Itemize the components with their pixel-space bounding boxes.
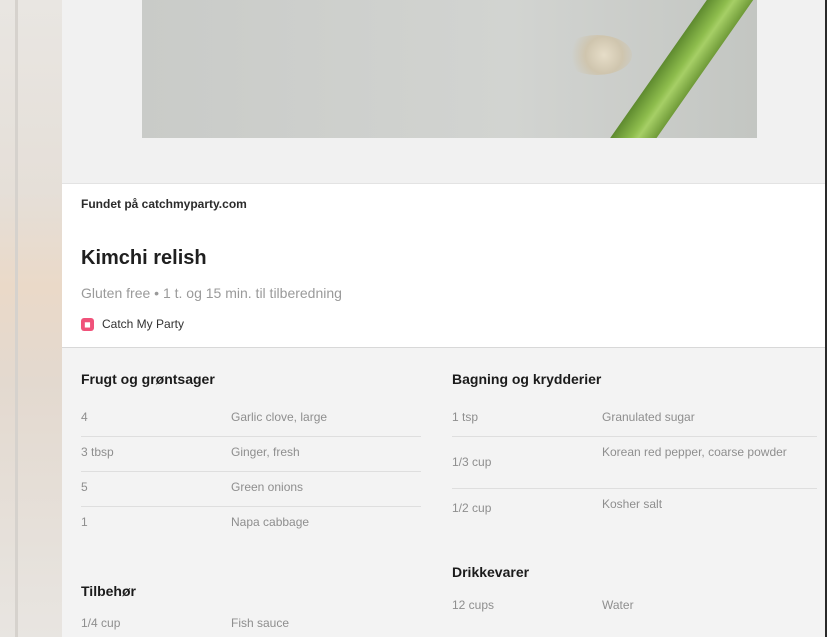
recipe-card: Fundet på catchmyparty.com Kimchi relish… — [62, 0, 827, 637]
ingredient-row: 1/3 cup Korean red pepper, coarse powder — [452, 437, 817, 489]
ingredient-row: 1/2 cup Kosher salt — [452, 489, 817, 523]
ingredient-qty: 1 — [81, 515, 88, 529]
ingredient-qty: 4 — [81, 410, 88, 424]
ingredient-qty: 1 tsp — [452, 410, 479, 424]
ingredient-row: 1 tsp Granulated sugar — [452, 402, 817, 437]
ingredient-name: Green onions — [231, 480, 304, 494]
group-title-drinks: Drikkevarer — [452, 564, 530, 580]
ingredient-qty: 1/4 cup — [81, 616, 121, 630]
ingredient-qty: 3 tbsp — [81, 445, 114, 459]
found-on-bar[interactable]: Fundet på catchmyparty.com — [62, 183, 825, 226]
ingredient-row: 1/4 cup Fish sauce — [81, 608, 421, 637]
ingredient-name: Napa cabbage — [231, 515, 310, 529]
group-title-baking: Bagning og krydderier — [452, 371, 602, 387]
ingredient-name: Ginger, fresh — [231, 445, 300, 459]
recipe-image[interactable] — [142, 0, 757, 138]
ingredient-qty: 1/3 cup — [452, 455, 492, 469]
source-name: Catch My Party — [102, 317, 185, 331]
found-on-text: Fundet på catchmyparty.com — [81, 197, 247, 211]
ingredient-qty: 1/2 cup — [452, 501, 492, 515]
background-strip — [0, 0, 62, 637]
ingredient-name: Korean red pepper, coarse powder — [602, 445, 787, 459]
ingredient-name: Garlic clove, large — [231, 410, 328, 424]
ingredient-row: 12 cups Water — [452, 590, 817, 624]
ingredient-name: Water — [602, 598, 634, 612]
image-onion-stalk — [602, 0, 757, 138]
group-title-produce: Frugt og grøntsager — [81, 371, 215, 387]
group-title-extras: Tilbehør — [81, 583, 136, 599]
ingredient-qty: 5 — [81, 480, 88, 494]
ingredient-row: 1 Napa cabbage — [81, 507, 421, 541]
ingredient-row: 5 Green onions — [81, 472, 421, 507]
recipe-meta: Gluten free • 1 t. og 15 min. til tilber… — [81, 285, 342, 301]
ingredient-name: Granulated sugar — [602, 410, 695, 424]
image-onion-roots — [562, 35, 632, 75]
ingredient-row: 4 Garlic clove, large — [81, 402, 421, 437]
recipe-info: Kimchi relish Gluten free • 1 t. og 15 m… — [62, 225, 825, 348]
ingredient-qty: 12 cups — [452, 598, 495, 612]
catch-my-party-logo-icon: ◼ — [81, 317, 94, 331]
hero-area — [62, 0, 827, 183]
ingredient-name: Fish sauce — [231, 616, 290, 630]
source-link[interactable]: ◼ Catch My Party — [81, 317, 184, 331]
ingredient-name: Kosher salt — [602, 497, 663, 511]
recipe-title: Kimchi relish — [81, 247, 207, 269]
ingredient-row: 3 tbsp Ginger, fresh — [81, 437, 421, 472]
